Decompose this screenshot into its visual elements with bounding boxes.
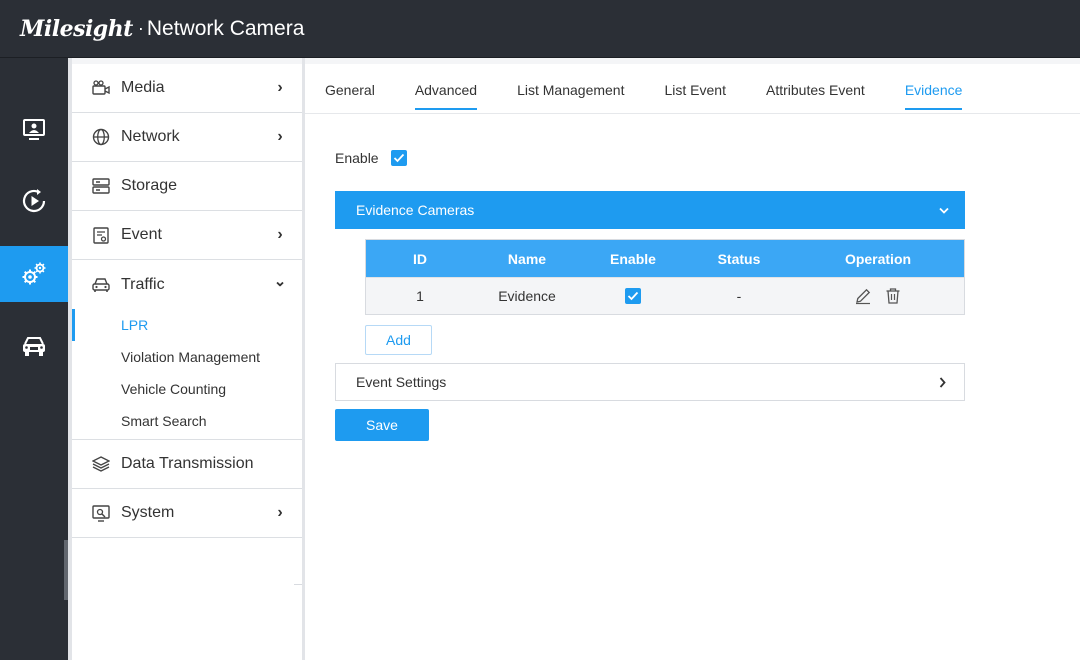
rail-live-view[interactable]: [0, 102, 68, 158]
globe-icon: [92, 128, 110, 146]
sidebar-item-storage[interactable]: Storage: [72, 162, 302, 211]
top-bar: Milesight · Network Camera: [0, 0, 1080, 58]
live-view-icon: [23, 119, 45, 140]
brand-separator: ·: [137, 18, 144, 38]
cell-id: 1: [416, 288, 424, 304]
sidebar-item-label: Data Transmission: [121, 455, 254, 472]
product-title: Network Camera: [146, 16, 305, 40]
chevron-right-icon: ›: [277, 226, 283, 243]
chevron-down-icon: [939, 207, 949, 214]
column-header-name: Name: [507, 250, 547, 267]
delete-icon[interactable]: [884, 287, 902, 305]
sidebar-item-label: Event: [121, 226, 162, 243]
system-icon: [92, 504, 110, 522]
tab-attributes-event[interactable]: Attributes Event: [766, 64, 865, 113]
sidebar-divider: [294, 584, 302, 585]
playback-icon: [22, 189, 46, 213]
event-settings-title: Event Settings: [356, 374, 447, 390]
main-content: General Advanced List Management List Ev…: [305, 64, 1080, 660]
evidence-cameras-title: Evidence Cameras: [356, 202, 475, 218]
submenu-item-smart-search[interactable]: Smart Search: [72, 405, 302, 437]
chevron-right-icon: ›: [277, 79, 283, 96]
sidebar-item-traffic[interactable]: Traffic ⌄: [72, 260, 302, 309]
sidebar-item-media[interactable]: Media ›: [72, 64, 302, 113]
layers-icon: [92, 455, 110, 473]
edit-icon[interactable]: [854, 287, 872, 305]
cell-enable: [580, 278, 686, 314]
vehicle-icon: [23, 337, 45, 356]
evidence-cameras-table: ID Name Enable Status Operation 1 Eviden…: [365, 239, 965, 315]
column-header-status: Status: [717, 250, 761, 267]
column-header-enable: Enable: [610, 250, 656, 267]
sidebar-item-event[interactable]: Event ›: [72, 211, 302, 260]
rail-vehicle[interactable]: [0, 318, 68, 374]
add-button[interactable]: Add: [365, 325, 432, 355]
enable-checkbox[interactable]: [390, 150, 407, 166]
submenu-item-lpr[interactable]: LPR: [72, 309, 302, 341]
row-enable-checkbox[interactable]: [625, 288, 641, 304]
sidebar-item-system[interactable]: System ›: [72, 489, 302, 538]
cell-name: Evidence: [498, 288, 556, 304]
enable-label: Enable: [335, 150, 379, 166]
settings-icon: [22, 262, 46, 285]
rail-settings[interactable]: [0, 246, 68, 302]
sidebar-item-label: System: [121, 504, 175, 521]
save-button[interactable]: Save: [335, 409, 429, 441]
chevron-down-icon: ⌄: [273, 272, 287, 290]
chevron-right-icon: ›: [277, 504, 283, 521]
column-header-operation: Operation: [844, 250, 912, 267]
settings-sidebar: Media › Network › Storage Event › Traffi…: [72, 64, 302, 660]
submenu-item-vehicle-counting[interactable]: Vehicle Counting: [72, 373, 302, 405]
sidebar-item-label: Storage: [121, 177, 178, 194]
column-header-id: ID: [413, 250, 427, 267]
chevron-right-icon: [939, 376, 946, 388]
tab-list-event[interactable]: List Event: [665, 64, 726, 113]
sidebar-item-label: Network: [121, 128, 180, 145]
table-header: ID Name Enable Status Operation: [366, 240, 964, 277]
chevron-right-icon: ›: [277, 128, 283, 145]
submenu-item-violation-management[interactable]: Violation Management: [72, 341, 302, 373]
tab-evidence[interactable]: Evidence: [904, 64, 962, 113]
checkmark-icon: [627, 291, 639, 301]
sidebar-item-label: Media: [121, 79, 165, 96]
media-icon: [92, 79, 110, 97]
brand-logo: Milesight: [20, 15, 133, 42]
tab-general[interactable]: General: [325, 64, 375, 113]
sidebar-item-network[interactable]: Network ›: [72, 113, 302, 162]
tab-list-management[interactable]: List Management: [517, 64, 624, 113]
event-icon: [92, 226, 110, 244]
tab-advanced[interactable]: Advanced: [414, 64, 478, 113]
cell-status: -: [736, 288, 742, 304]
traffic-submenu: LPR Violation Management Vehicle Countin…: [72, 309, 302, 440]
car-icon: [92, 276, 110, 294]
enable-row: Enable: [335, 150, 407, 166]
cell-operation: [792, 278, 964, 314]
rail-playback[interactable]: [0, 173, 68, 229]
icon-rail: [0, 58, 68, 660]
sidebar-item-label: Traffic: [121, 275, 165, 293]
checkmark-icon: [393, 153, 404, 163]
storage-icon: [92, 177, 110, 195]
tab-bar: General Advanced List Management List Ev…: [305, 64, 1080, 114]
sidebar-item-data-transmission[interactable]: Data Transmission: [72, 440, 302, 489]
evidence-cameras-panel-header[interactable]: Evidence Cameras: [335, 191, 965, 229]
event-settings-panel-header[interactable]: Event Settings: [335, 363, 965, 401]
table-row: 1 Evidence -: [366, 277, 964, 314]
